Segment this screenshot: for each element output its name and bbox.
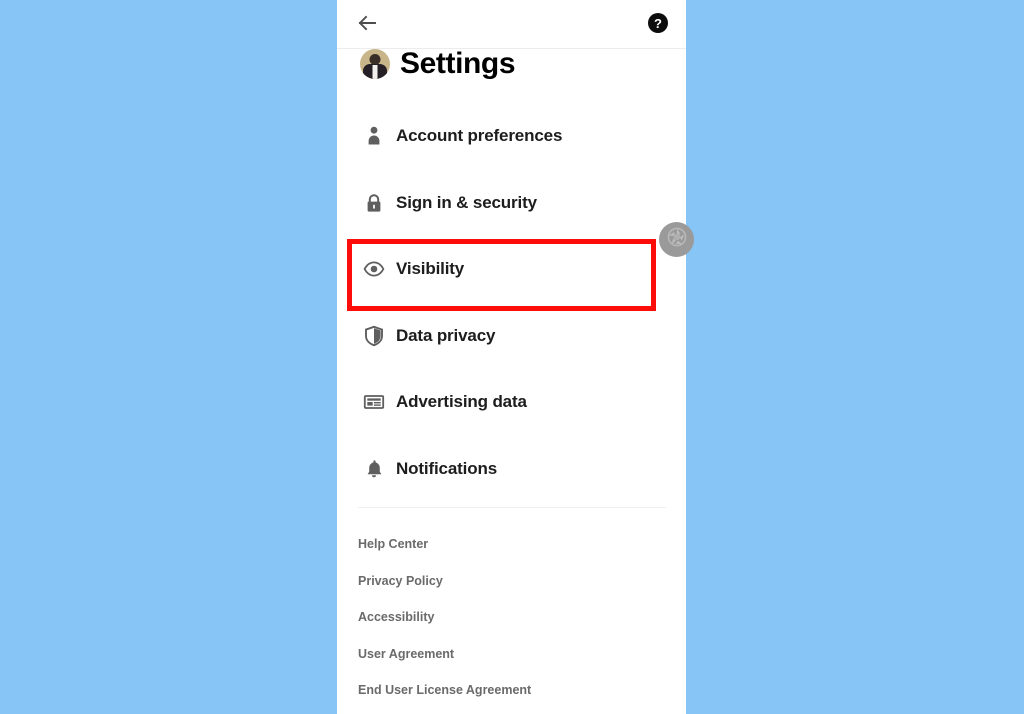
settings-item-visibility[interactable]: Visibility [337,236,686,303]
settings-item-label: Advertising data [396,392,527,412]
settings-item-label: Account preferences [396,126,563,146]
footer-link-accessibility[interactable]: Accessibility [337,599,686,636]
shield-icon [362,324,386,348]
footer-link-privacy-policy[interactable]: Privacy Policy [337,563,686,600]
footer-link-help-center[interactable]: Help Center [337,526,686,563]
footer-link-end-user-license-agreement[interactable]: End User License Agreement [337,672,686,709]
settings-item-sign-in-security[interactable]: Sign in & security [337,170,686,237]
settings-list: Account preferences Sign in & security V… [337,103,686,502]
help-button[interactable]: ? [642,9,674,41]
ad-card-icon [362,390,386,414]
eye-icon [362,257,386,281]
lock-icon [362,191,386,215]
settings-item-advertising-data[interactable]: Advertising data [337,369,686,436]
settings-screen-panel: ? Settings Account preferences Sign in &… [337,0,686,714]
settings-item-notifications[interactable]: Notifications [337,436,686,503]
footer-link-user-agreement[interactable]: User Agreement [337,636,686,673]
section-divider [358,507,666,508]
top-app-bar: ? [337,0,686,49]
camera-shutter-button[interactable] [659,222,694,257]
settings-item-label: Sign in & security [396,192,537,212]
settings-item-account-preferences[interactable]: Account preferences [337,103,686,170]
settings-item-label: Visibility [396,259,465,279]
svg-text:?: ? [654,16,662,31]
settings-item-label: Data privacy [396,325,496,345]
camera-shutter-icon [666,226,688,253]
help-question-icon: ? [647,12,669,39]
person-icon [362,124,386,148]
page-title-row: Settings [337,44,686,88]
avatar-shirt [372,65,378,79]
footer-links-list: Help Center Privacy Policy Accessibility… [337,526,686,709]
bell-icon [362,457,386,481]
avatar[interactable] [360,49,390,79]
settings-item-label: Notifications [396,458,497,478]
page-title: Settings [400,47,516,80]
settings-item-data-privacy[interactable]: Data privacy [337,303,686,370]
back-button[interactable] [350,9,384,41]
back-arrow-icon [355,11,379,40]
